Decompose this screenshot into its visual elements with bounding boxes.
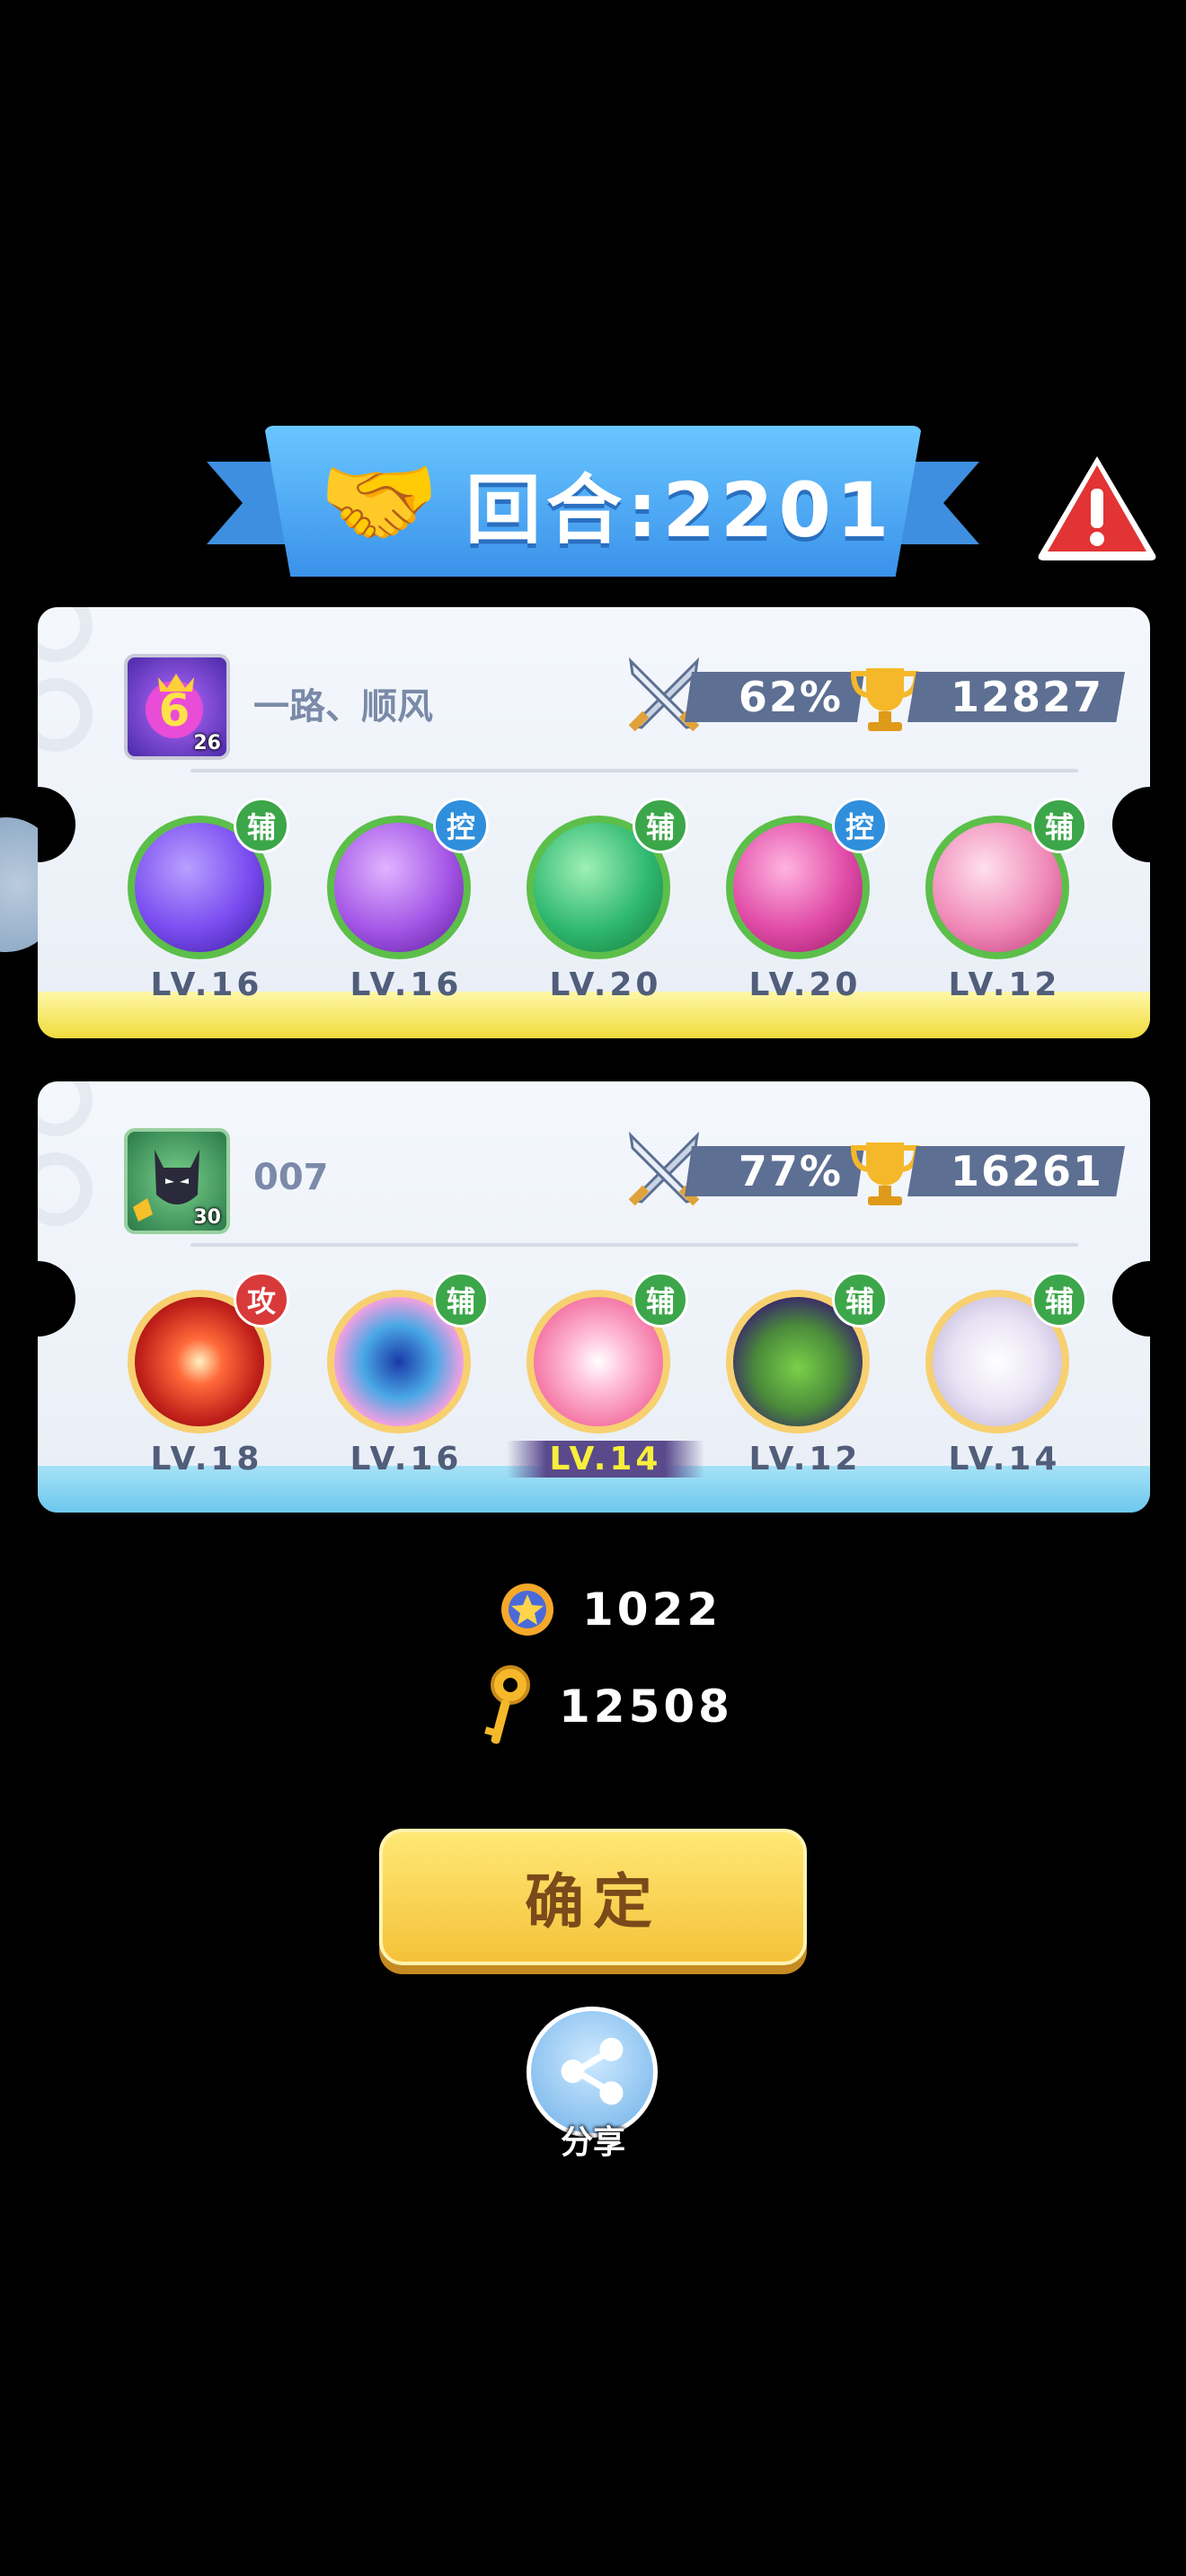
card-divider [190,769,1078,772]
role-badge: 攻 [234,1272,289,1328]
coin-amount: 1022 [582,1584,722,1636]
pet-level: LV.14 [507,1441,704,1478]
pet-level: LV.20 [748,966,862,1003]
role-badge: 辅 [433,1272,489,1328]
win-rate: 62% [685,672,864,722]
trophy-count: 16261 [907,1146,1125,1196]
share-label: 分享 [560,2124,625,2161]
share-button[interactable]: 分享 [527,2007,659,2161]
warning-icon[interactable] [1033,449,1161,566]
role-badge: 辅 [1031,798,1087,853]
coin-reward: 1022 [500,1574,721,1645]
pet-level: LV.12 [948,966,1061,1003]
key-amount: 12508 [559,1681,733,1733]
key-reward: 12508 [476,1665,733,1744]
pet-level: LV.16 [350,966,463,1003]
pet-slot[interactable]: 辅 LV.14 [507,1272,704,1478]
role-badge: 控 [433,798,489,853]
trophy-count: 12827 [907,672,1125,722]
pet-slot[interactable]: 辅 LV.12 [706,1272,888,1478]
svg-text:6: 6 [159,684,190,737]
pet-level: LV.14 [948,1441,1061,1478]
player-name: 007 [253,1157,329,1198]
role-badge: 辅 [1031,1272,1087,1328]
pet-slot[interactable]: 攻 LV.18 [108,1272,289,1478]
pet-level: LV.20 [549,966,662,1003]
team-card-1: 6 26 一路、顺风 62% 12827 辅 LV.16 控 LV.16 辅 L… [38,607,1150,1038]
pet-level: LV.12 [748,1441,862,1478]
pet-slot[interactable]: 辅 LV.16 [108,798,289,1003]
role-badge: 辅 [633,1272,688,1328]
card-notch-right [1112,1261,1150,1337]
pet-slot[interactable]: 辅 LV.16 [307,1272,489,1478]
card-divider [190,1243,1078,1247]
avatar-level: 26 [193,732,221,754]
role-badge: 控 [832,798,888,853]
round-title: 回合:2201 [465,465,895,554]
pet-level: LV.16 [150,966,263,1003]
win-rate: 77% [685,1146,864,1196]
key-icon [484,1665,530,1744]
role-badge: 辅 [633,798,688,853]
pet-slot[interactable]: 辅 LV.14 [906,1272,1087,1478]
pet-slot[interactable]: 控 LV.20 [706,798,888,1003]
card-notch-right [1112,787,1150,862]
pet-level: LV.18 [150,1441,263,1478]
role-badge: 辅 [234,798,289,853]
team-card-2: 30 007 77% 16261 攻 LV.18 辅 LV.16 辅 LV.14… [38,1081,1150,1513]
pet-slot[interactable]: 辅 LV.20 [507,798,688,1003]
avatar-level: 30 [193,1206,221,1229]
avatar[interactable]: 30 [124,1128,230,1234]
pet-slot[interactable]: 辅 LV.12 [906,798,1087,1003]
coin-icon [501,1584,553,1636]
pet-level: LV.16 [350,1441,463,1478]
share-icon [561,2037,624,2105]
avatar[interactable]: 6 26 [124,654,230,760]
confirm-button[interactable]: 确定 [379,1829,807,1965]
player-name: 一路、顺风 [253,686,433,728]
round-banner: 🤝 回合:2201 [207,426,979,584]
role-badge: 辅 [832,1272,888,1328]
handshake-icon: 🤝 [318,446,440,559]
pet-slot[interactable]: 控 LV.16 [307,798,489,1003]
